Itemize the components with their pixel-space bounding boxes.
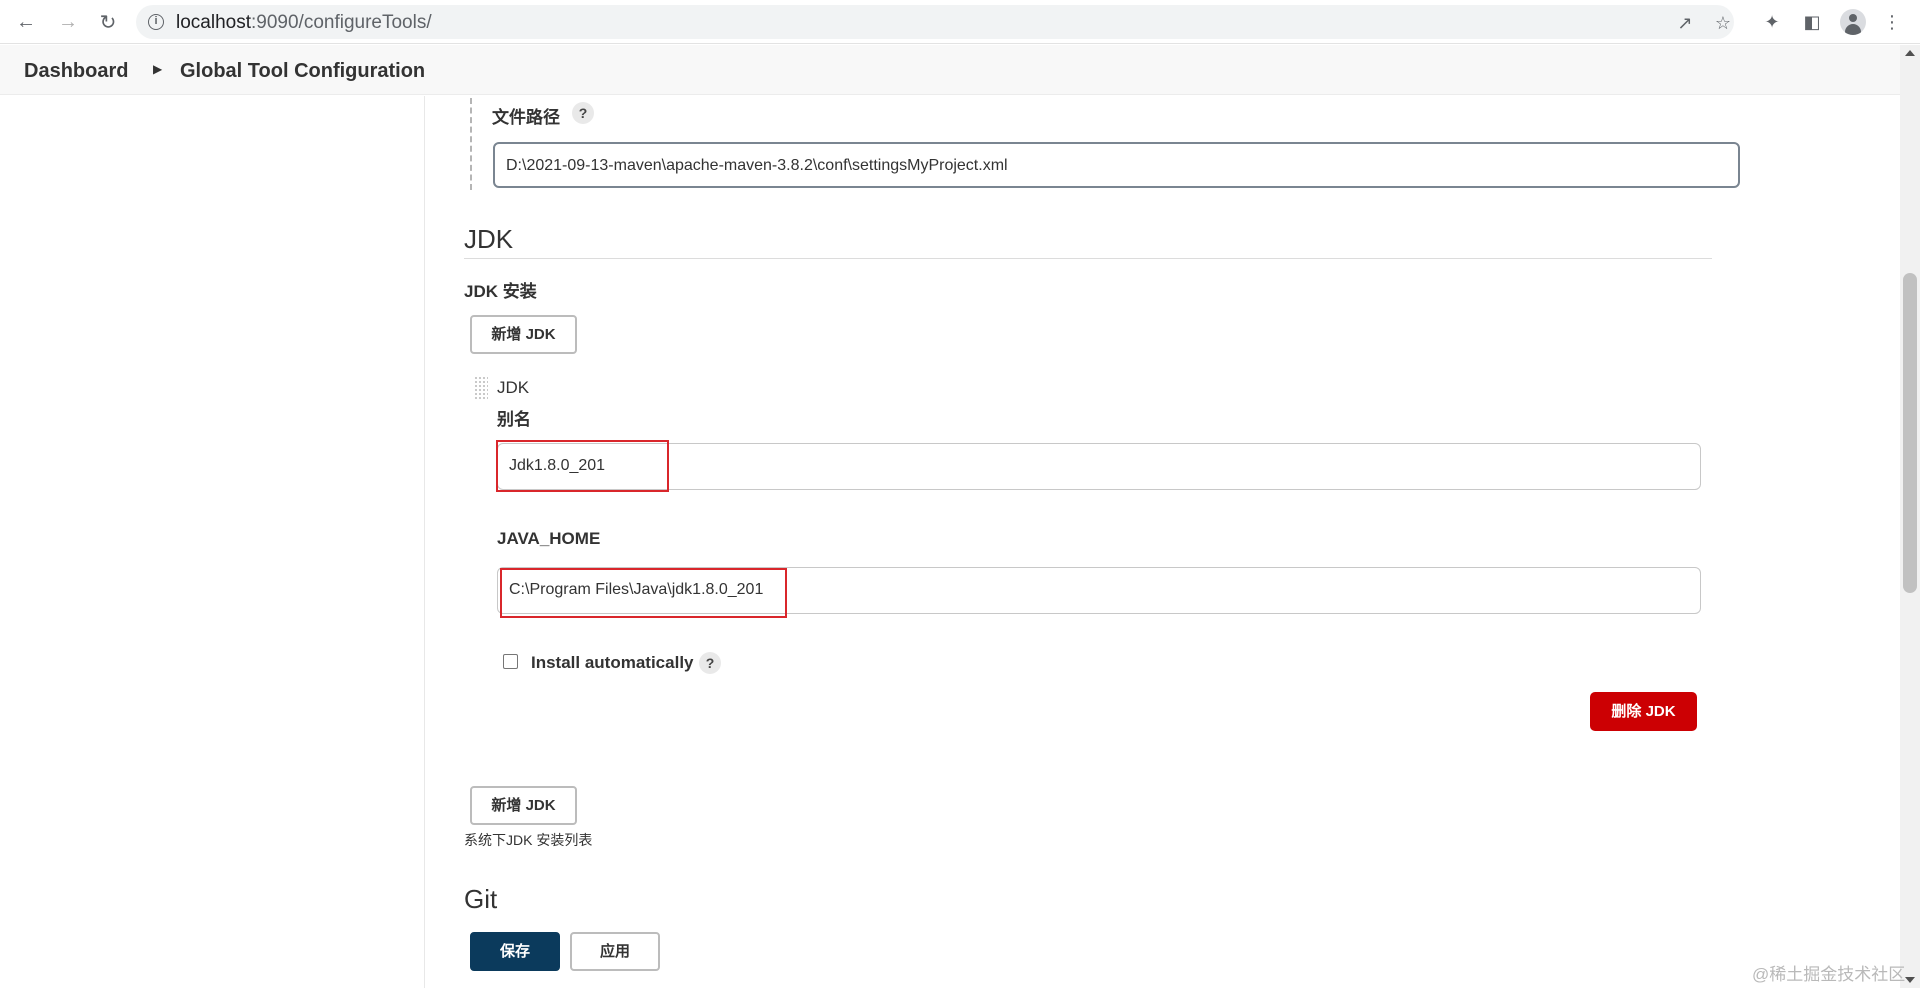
nested-block-indicator (470, 98, 472, 190)
apply-button[interactable]: 应用 (570, 932, 660, 971)
file-path-input[interactable]: D:\2021-09-13-maven\apache-maven-3.8.2\c… (493, 142, 1740, 188)
jdk-section-title: JDK (464, 224, 514, 254)
jdk-item-header: JDK (497, 378, 530, 397)
java-home-input[interactable]: C:\Program Files\Java\jdk1.8.0_201 (497, 567, 1701, 614)
breadcrumb-separator-icon[interactable]: ▶ (153, 62, 162, 76)
vertical-scrollbar[interactable] (1900, 45, 1920, 988)
jdk-section-divider (464, 258, 1712, 259)
reload-icon[interactable]: ↻ (94, 8, 122, 36)
back-icon[interactable]: ← (12, 8, 40, 36)
drag-handle-icon[interactable] (474, 376, 488, 400)
file-path-help-icon[interactable]: ? (572, 102, 594, 124)
breadcrumb-dashboard[interactable]: Dashboard (24, 60, 128, 83)
scroll-down-icon[interactable] (1905, 977, 1915, 983)
side-panel-icon[interactable]: ◧ (1800, 10, 1824, 34)
sidebar-divider (424, 96, 425, 988)
watermark: @稀土掘金技术社区 (1752, 965, 1906, 984)
browser-menu-icon[interactable]: ⋮ (1880, 10, 1904, 34)
add-jdk-button[interactable]: 新增 JDK (470, 315, 577, 354)
forward-icon[interactable]: → (54, 8, 82, 36)
alias-input[interactable]: Jdk1.8.0_201 (497, 443, 1701, 490)
save-button[interactable]: 保存 (470, 932, 560, 971)
bookmark-star-icon[interactable]: ☆ (1712, 12, 1734, 34)
jdk-installations-label: JDK 安装 (464, 282, 537, 301)
install-automatically-checkbox[interactable] (503, 654, 518, 669)
install-automatically-help-icon[interactable]: ? (699, 652, 721, 674)
java-home-label: JAVA_HOME (497, 529, 601, 548)
breadcrumb: Dashboard ▶ Global Tool Configuration (0, 45, 1900, 95)
install-automatically-label[interactable]: Install automatically (531, 653, 694, 673)
share-icon[interactable]: ↗ (1674, 12, 1696, 34)
delete-jdk-button[interactable]: 删除 JDK (1590, 692, 1697, 731)
alias-label: 别名 (497, 410, 531, 429)
add-jdk-bottom-button[interactable]: 新增 JDK (470, 786, 577, 825)
scroll-up-icon[interactable] (1905, 50, 1915, 56)
browser-toolbar: ← → ↻ i localhost:9090/configureTools/ ↗… (0, 0, 1920, 44)
scroll-thumb[interactable] (1903, 273, 1917, 593)
site-info-icon[interactable]: i (148, 14, 164, 30)
extensions-icon[interactable]: ✦ (1760, 10, 1784, 34)
git-section-title: Git (464, 884, 498, 914)
jdk-list-description: 系统下JDK 安装列表 (464, 832, 593, 848)
breadcrumb-global-tool-configuration[interactable]: Global Tool Configuration (180, 60, 425, 83)
file-path-label: 文件路径 (492, 108, 560, 127)
address-url[interactable]: localhost:9090/configureTools/ (176, 12, 432, 34)
address-bar[interactable]: i localhost:9090/configureTools/ ↗ ☆ (136, 5, 1734, 39)
